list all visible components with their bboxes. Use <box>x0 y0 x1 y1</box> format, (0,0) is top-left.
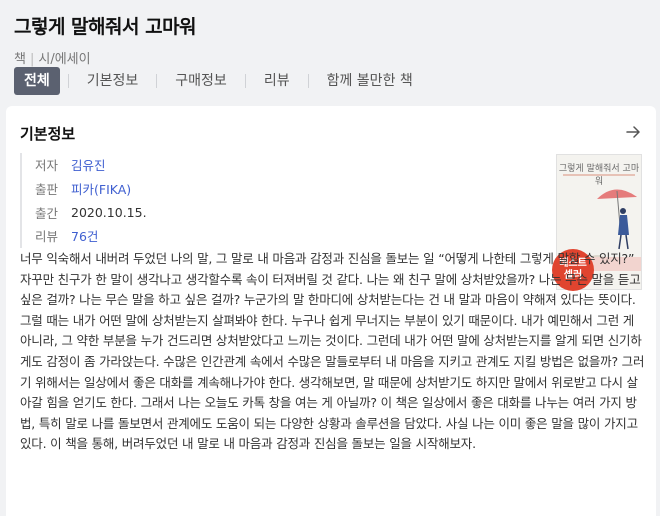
tab-divider <box>67 74 69 88</box>
meta-row-date: 출간 2020.10.15. <box>35 200 147 224</box>
basic-info-card: 기본정보 저자 김유진 출판 피카(FIKA) 출간 2020.10.15. 리… <box>6 106 656 516</box>
publish-date: 2020.10.15. <box>71 204 147 220</box>
cover-subtitle-band <box>563 174 635 176</box>
meta-row-publisher: 출판 피카(FIKA) <box>35 177 147 201</box>
author-link[interactable]: 김유진 <box>71 155 106 174</box>
tab-divider <box>156 74 158 88</box>
review-count-link[interactable]: 76건 <box>71 226 98 245</box>
publisher-link[interactable]: 피카(FIKA) <box>71 179 131 198</box>
category-breadcrumb: 책 | 시/에세이 <box>14 52 91 67</box>
category-book[interactable]: 책 <box>14 52 26 67</box>
tab-basic-info[interactable]: 기본정보 <box>81 67 145 95</box>
meta-label: 저자 <box>35 158 59 174</box>
tab-bar: 전체 기본정보 구매정보 리뷰 함께 볼만한 책 <box>14 67 419 95</box>
tab-divider <box>244 74 246 88</box>
card-heading: 기본정보 <box>20 125 76 143</box>
meta-label: 출간 <box>35 205 59 221</box>
book-meta: 저자 김유진 출판 피카(FIKA) 출간 2020.10.15. 리뷰 76건 <box>20 153 147 248</box>
meta-label: 리뷰 <box>35 229 59 245</box>
book-header: 그렇게 말해줘서 고마워 책 | 시/에세이 <box>14 12 660 67</box>
arrow-right-icon[interactable] <box>624 123 642 141</box>
tab-reviews[interactable]: 리뷰 <box>258 67 296 95</box>
meta-row-reviews: 리뷰 76건 <box>35 224 147 248</box>
book-description: 너무 익숙해서 내버려 두었던 나의 말, 그 말로 내 마음과 감정과 진심을… <box>20 251 645 452</box>
tab-all[interactable]: 전체 <box>14 67 60 95</box>
tab-divider <box>307 74 309 88</box>
tab-purchase-info[interactable]: 구매정보 <box>169 67 233 95</box>
book-title: 그렇게 말해줘서 고마워 <box>14 16 197 38</box>
category-essay[interactable]: 시/에세이 <box>38 52 90 67</box>
meta-label: 출판 <box>35 182 59 198</box>
tab-related-books[interactable]: 함께 볼만한 책 <box>321 67 419 95</box>
meta-row-author: 저자 김유진 <box>35 153 147 177</box>
